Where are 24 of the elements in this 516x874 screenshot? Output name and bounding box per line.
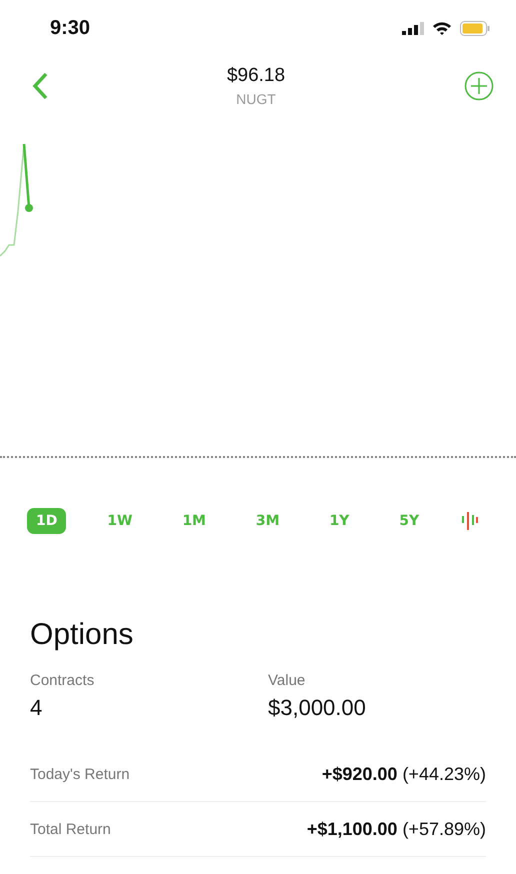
status-time: 9:30 xyxy=(50,16,90,40)
return-value: +$1,100.00 (+57.89%) xyxy=(306,818,486,840)
return-label: Today's Return xyxy=(30,766,130,782)
stock-symbol: NUGT xyxy=(236,91,276,107)
range-tab[interactable]: 1Y xyxy=(320,508,358,534)
signal-icon xyxy=(402,22,424,34)
wifi-icon xyxy=(432,21,452,35)
candlestick-icon[interactable] xyxy=(460,511,480,531)
stat-value: 4 xyxy=(30,695,42,721)
stat-label: Value xyxy=(268,672,306,689)
return-value: +$920.00 (+44.23%) xyxy=(322,764,486,784)
range-tab[interactable]: 5Y xyxy=(390,508,428,534)
battery-icon xyxy=(460,20,490,36)
range-tab[interactable]: 1D xyxy=(27,508,66,534)
stat-value: $3,000.00 xyxy=(268,695,366,721)
range-tab[interactable]: 1W xyxy=(98,508,142,534)
return-label: Total Return xyxy=(30,820,111,838)
add-button[interactable] xyxy=(464,71,494,101)
section-title: Options xyxy=(30,618,134,652)
back-button[interactable] xyxy=(32,72,48,100)
range-tab[interactable]: 1M xyxy=(173,508,215,534)
stock-price: $96.18 xyxy=(226,65,286,87)
stat-label: Contracts xyxy=(30,672,94,689)
range-tab[interactable]: 3M xyxy=(246,508,289,534)
